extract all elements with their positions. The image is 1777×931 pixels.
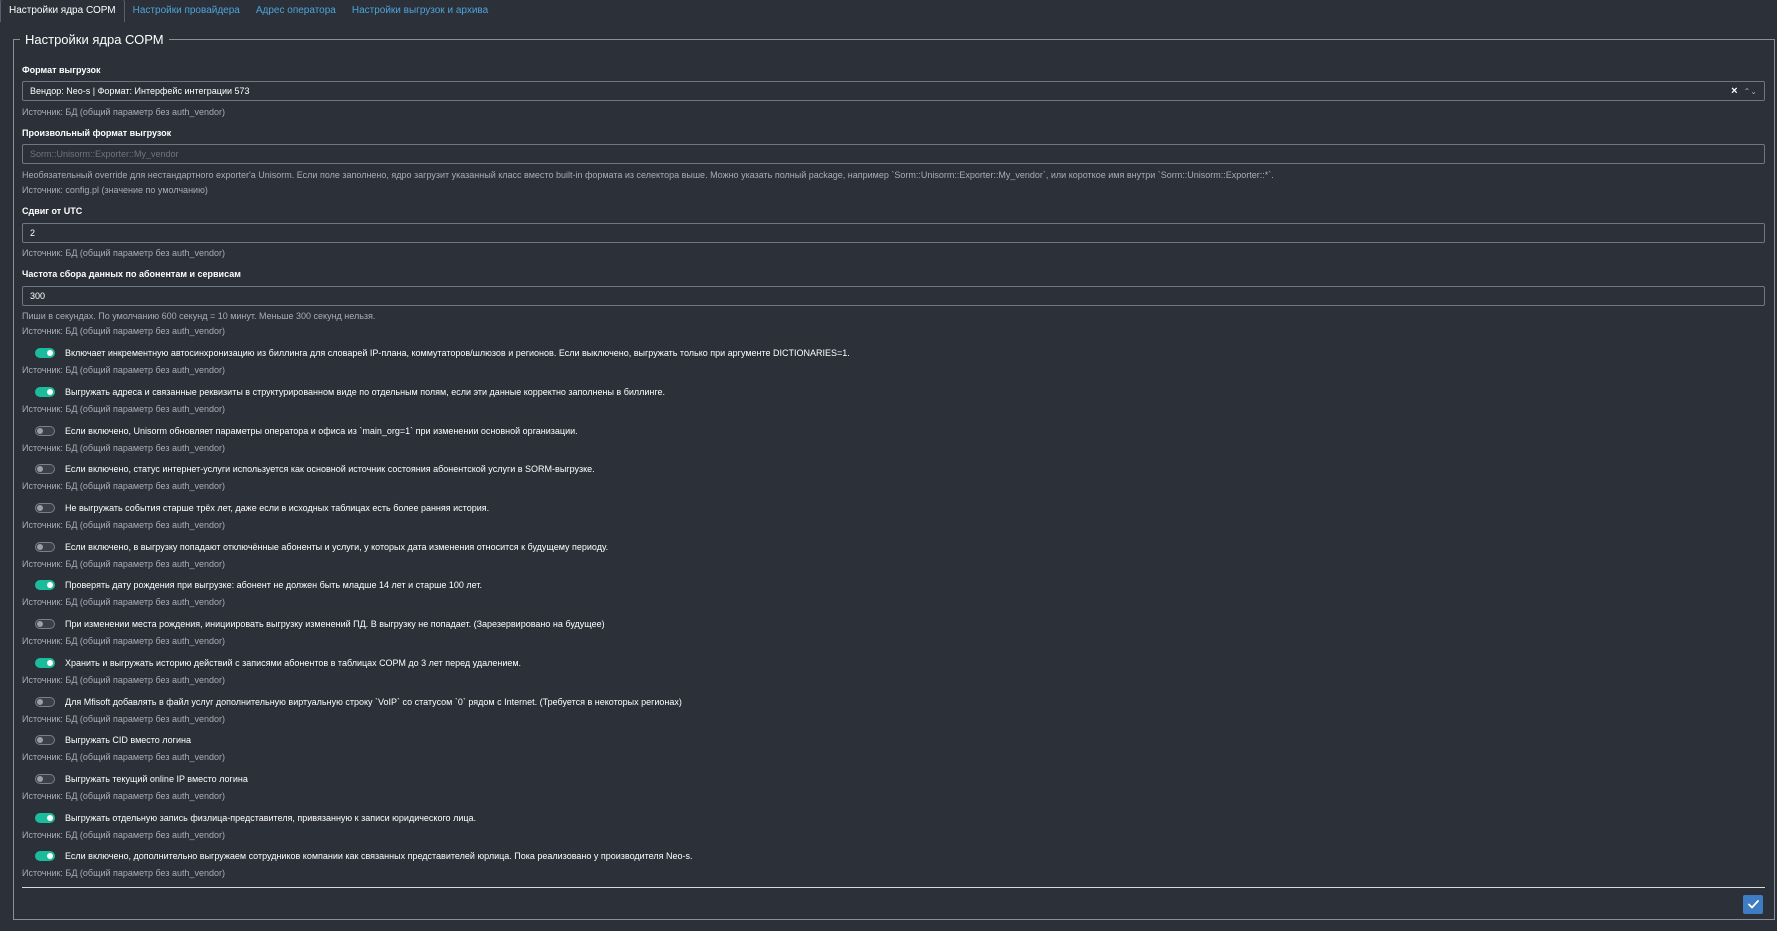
frequency-source: Источник: БД (общий параметр без auth_ve… bbox=[22, 326, 225, 336]
toggle-label: Если включено, дополнительно выгружаем с… bbox=[65, 851, 693, 861]
frequency-input[interactable] bbox=[22, 286, 1765, 306]
utc-offset-input[interactable] bbox=[22, 223, 1765, 243]
toggle-switch[interactable] bbox=[35, 464, 55, 474]
toggle-source: Источник: БД (общий параметр без auth_ve… bbox=[22, 365, 225, 375]
toggle-switch[interactable] bbox=[35, 580, 55, 590]
toggle-label: Хранить и выгружать историю действий с з… bbox=[65, 658, 522, 668]
tab-exports-archive[interactable]: Настройки выгрузок и архива bbox=[344, 0, 496, 22]
toggle-source: Источник: БД (общий параметр без auth_ve… bbox=[22, 714, 225, 724]
custom-format-hint: Необязательный override для нестандартно… bbox=[22, 170, 1274, 180]
toggle-source: Источник: БД (общий параметр без auth_ve… bbox=[22, 481, 225, 491]
toggle-row: Выгружать адреса и связанные реквизиты в… bbox=[35, 387, 665, 397]
format-label: Формат выгрузок bbox=[22, 65, 101, 75]
toggle-row: Не выгружать события старше трёх лет, да… bbox=[35, 503, 489, 513]
toggle-row: Выгружать CID вместо логина bbox=[35, 735, 191, 745]
toggle-source: Источник: БД (общий параметр без auth_ve… bbox=[22, 443, 225, 453]
toggle-label: При изменении места рождения, инициирова… bbox=[65, 619, 605, 629]
toggle-switch[interactable] bbox=[35, 426, 55, 436]
frequency-hint: Пиши в секундах. По умолчанию 600 секунд… bbox=[22, 311, 376, 321]
toggle-source: Источник: БД (общий параметр без auth_ve… bbox=[22, 520, 225, 530]
chevron-updown-icon: ⌃⌄ bbox=[1743, 86, 1757, 96]
panel-title: Настройки ядра СОРМ bbox=[25, 32, 164, 47]
toggle-label: Проверять дату рождения при выгрузке: аб… bbox=[65, 580, 482, 590]
toggle-label: Если включено, в выгрузку попадают отклю… bbox=[65, 542, 609, 552]
toggle-switch[interactable] bbox=[35, 813, 55, 823]
toggle-label: Выгружать CID вместо логина bbox=[65, 735, 191, 745]
toggle-source: Источник: БД (общий параметр без auth_ve… bbox=[22, 675, 225, 685]
toggle-switch[interactable] bbox=[35, 697, 55, 707]
toggle-source: Источник: БД (общий параметр без auth_ve… bbox=[22, 868, 225, 878]
toggle-row: Выгружать текущий online IP вместо логин… bbox=[35, 774, 248, 784]
toggle-switch[interactable] bbox=[35, 503, 55, 513]
toggle-source: Источник: БД (общий параметр без auth_ve… bbox=[22, 752, 225, 762]
frequency-label: Частота сбора данных по абонентам и серв… bbox=[22, 269, 241, 279]
toggle-label: Выгружать отдельную запись физлица-предс… bbox=[65, 813, 477, 823]
utc-offset-source: Источник: БД (общий параметр без auth_ve… bbox=[22, 248, 225, 258]
toggle-label: Если включено, статус интернет-услуги ис… bbox=[65, 464, 595, 474]
toggle-source: Источник: БД (общий параметр без auth_ve… bbox=[22, 830, 225, 840]
toggle-row: Проверять дату рождения при выгрузке: аб… bbox=[35, 580, 482, 590]
utc-offset-label: Сдвиг от UTC bbox=[22, 206, 83, 216]
toggle-label: Не выгружать события старше трёх лет, да… bbox=[65, 503, 490, 513]
tab-operator-address[interactable]: Адрес оператора bbox=[248, 0, 344, 22]
toggle-switch[interactable] bbox=[35, 658, 55, 668]
check-icon bbox=[1747, 900, 1759, 909]
tab-bar: Настройки ядра СОРМ Настройки провайдера… bbox=[0, 0, 496, 22]
toggle-switch[interactable] bbox=[35, 735, 55, 745]
format-source: Источник: БД (общий параметр без auth_ve… bbox=[22, 107, 225, 117]
toggle-switch[interactable] bbox=[35, 774, 55, 784]
toggle-source: Источник: БД (общий параметр без auth_ve… bbox=[22, 404, 225, 414]
toggle-row: Если включено, статус интернет-услуги ис… bbox=[35, 464, 595, 474]
toggle-row: Хранить и выгружать историю действий с з… bbox=[35, 658, 521, 668]
toggle-switch[interactable] bbox=[35, 387, 55, 397]
toggle-label: Если включено, Unisorm обновляет парамет… bbox=[65, 426, 578, 436]
clear-icon[interactable]: × bbox=[1731, 85, 1737, 97]
custom-format-label: Произвольный формат выгрузок bbox=[22, 128, 172, 138]
custom-format-input[interactable] bbox=[22, 144, 1765, 164]
toggle-switch[interactable] bbox=[35, 619, 55, 629]
toggle-row: При изменении места рождения, инициирова… bbox=[35, 619, 605, 629]
custom-format-source: Источник: config.pl (значение по умолчан… bbox=[22, 185, 208, 195]
toggle-label: Для Mfisoft добавлять в файл услуг допол… bbox=[65, 697, 682, 707]
footer-divider bbox=[22, 887, 1765, 888]
toggle-row: Включает инкрементную автосинхронизацию … bbox=[35, 348, 850, 358]
toggle-switch[interactable] bbox=[35, 851, 55, 861]
toggle-row: Выгружать отдельную запись физлица-предс… bbox=[35, 813, 476, 823]
toggle-source: Источник: БД (общий параметр без auth_ve… bbox=[22, 791, 225, 801]
toggle-switch[interactable] bbox=[35, 542, 55, 552]
toggle-row: Если включено, Unisorm обновляет парамет… bbox=[35, 426, 578, 436]
toggle-source: Источник: БД (общий параметр без auth_ve… bbox=[22, 636, 225, 646]
tab-provider[interactable]: Настройки провайдера bbox=[125, 0, 248, 22]
toggle-label: Выгружать адреса и связанные реквизиты в… bbox=[65, 387, 665, 397]
toggle-row: Если включено, дополнительно выгружаем с… bbox=[35, 851, 693, 861]
format-select-value: Вендор: Neo-s | Формат: Интерфейс интегр… bbox=[30, 86, 250, 96]
toggle-source: Источник: БД (общий параметр без auth_ve… bbox=[22, 597, 225, 607]
format-select[interactable]: Вендор: Neo-s | Формат: Интерфейс интегр… bbox=[22, 81, 1765, 101]
toggle-source: Источник: БД (общий параметр без auth_ve… bbox=[22, 559, 225, 569]
toggle-label: Выгружать текущий online IP вместо логин… bbox=[65, 774, 248, 784]
toggle-row: Для Mfisoft добавлять в файл услуг допол… bbox=[35, 697, 682, 707]
toggle-row: Если включено, в выгрузку попадают отклю… bbox=[35, 542, 608, 552]
toggle-label: Включает инкрементную автосинхронизацию … bbox=[65, 348, 850, 358]
tab-sorm-core[interactable]: Настройки ядра СОРМ bbox=[0, 0, 125, 22]
sorm-core-panel: Настройки ядра СОРМ bbox=[13, 32, 1775, 920]
save-button[interactable] bbox=[1743, 895, 1763, 914]
toggle-switch[interactable] bbox=[35, 348, 55, 358]
